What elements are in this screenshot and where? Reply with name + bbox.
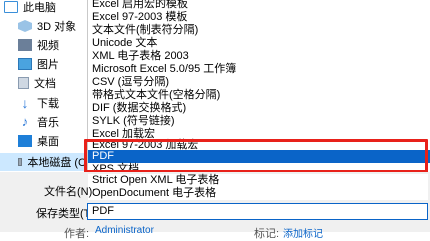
music-icon: ♪ xyxy=(21,114,29,129)
nav-item-3d-objects[interactable]: 3D 对象 xyxy=(18,17,76,35)
nav-item-music[interactable]: ♪ 音乐 xyxy=(18,113,59,131)
dropdown-option[interactable]: Excel 97-2003 模板 xyxy=(88,11,430,24)
computer-icon xyxy=(4,1,18,13)
nav-item-documents[interactable]: 文档 xyxy=(18,74,56,92)
nav-item-label: 下载 xyxy=(37,98,59,110)
dropdown-option[interactable]: 文本文件(制表符分隔) xyxy=(88,24,430,37)
filename-label: 文件名(N): xyxy=(44,186,96,198)
downloads-icon: ↓ xyxy=(21,95,29,111)
nav-item-label: 音乐 xyxy=(37,117,59,129)
drive-icon xyxy=(18,158,23,166)
dropdown-option[interactable]: SYLK (符号链接) xyxy=(88,115,430,128)
dropdown-option[interactable]: DIF (数据交换格式) xyxy=(88,102,430,115)
pictures-icon xyxy=(18,58,32,70)
nav-item-this-pc[interactable]: 此电脑 xyxy=(4,0,56,16)
nav-item-label: 图片 xyxy=(37,59,59,71)
dropdown-option[interactable]: Excel 启用宏的模板 xyxy=(88,0,430,11)
nav-item-label: 文档 xyxy=(34,78,56,90)
nav-item-label: 3D 对象 xyxy=(37,21,77,33)
dropdown-option[interactable]: Strict Open XML 电子表格 xyxy=(88,174,428,187)
dropdown-option[interactable]: 带格式文本文件(空格分隔) xyxy=(88,89,430,102)
dropdown-option[interactable]: Microsoft Excel 5.0/95 工作簿 xyxy=(88,63,430,76)
desktop-icon xyxy=(18,135,32,147)
dropdown-option[interactable]: XML 电子表格 2003 xyxy=(88,50,430,63)
nav-item-videos[interactable]: 视频 xyxy=(18,36,59,54)
documents-icon xyxy=(18,77,29,89)
nav-item-pictures[interactable]: 图片 xyxy=(18,55,59,73)
save-type-dropdown-list[interactable]: Excel 启用宏的模板 Excel 97-2003 模板 文本文件(制表符分隔… xyxy=(87,0,430,175)
dropdown-option[interactable]: CSV (逗号分隔) xyxy=(88,76,430,89)
dropdown-option[interactable]: OpenDocument 电子表格 xyxy=(88,187,428,200)
add-tags-link[interactable]: 添加标记 xyxy=(283,225,323,240)
tags-label: 标记: xyxy=(254,228,280,240)
save-form: Strict Open XML 电子表格 OpenDocument 电子表格 文… xyxy=(0,172,430,240)
nav-item-label: 此电脑 xyxy=(23,2,56,14)
nav-item-label: 本地磁盘 (C xyxy=(27,157,86,169)
nav-item-desktop[interactable]: 桌面 xyxy=(18,132,59,150)
nav-item-downloads[interactable]: ↓ 下载 xyxy=(18,94,60,112)
nav-item-label: 桌面 xyxy=(37,136,59,148)
navigation-pane: 此电脑 3D 对象 视频 图片 文档 ↓ 下载 ♪ 音乐 桌面 本地磁盘 (C xyxy=(0,0,86,178)
author-value[interactable]: Administrator xyxy=(95,225,154,236)
nav-item-local-disk[interactable]: 本地磁盘 (C xyxy=(0,153,86,171)
3d-objects-icon xyxy=(18,20,32,32)
save-type-select[interactable]: PDF xyxy=(87,203,428,220)
dropdown-option[interactable]: Unicode 文本 xyxy=(88,37,430,50)
video-icon xyxy=(18,39,32,51)
nav-item-label: 视频 xyxy=(37,40,59,52)
author-label: 作者: xyxy=(64,228,90,240)
dropdown-option-selected[interactable]: PDF xyxy=(88,150,430,163)
